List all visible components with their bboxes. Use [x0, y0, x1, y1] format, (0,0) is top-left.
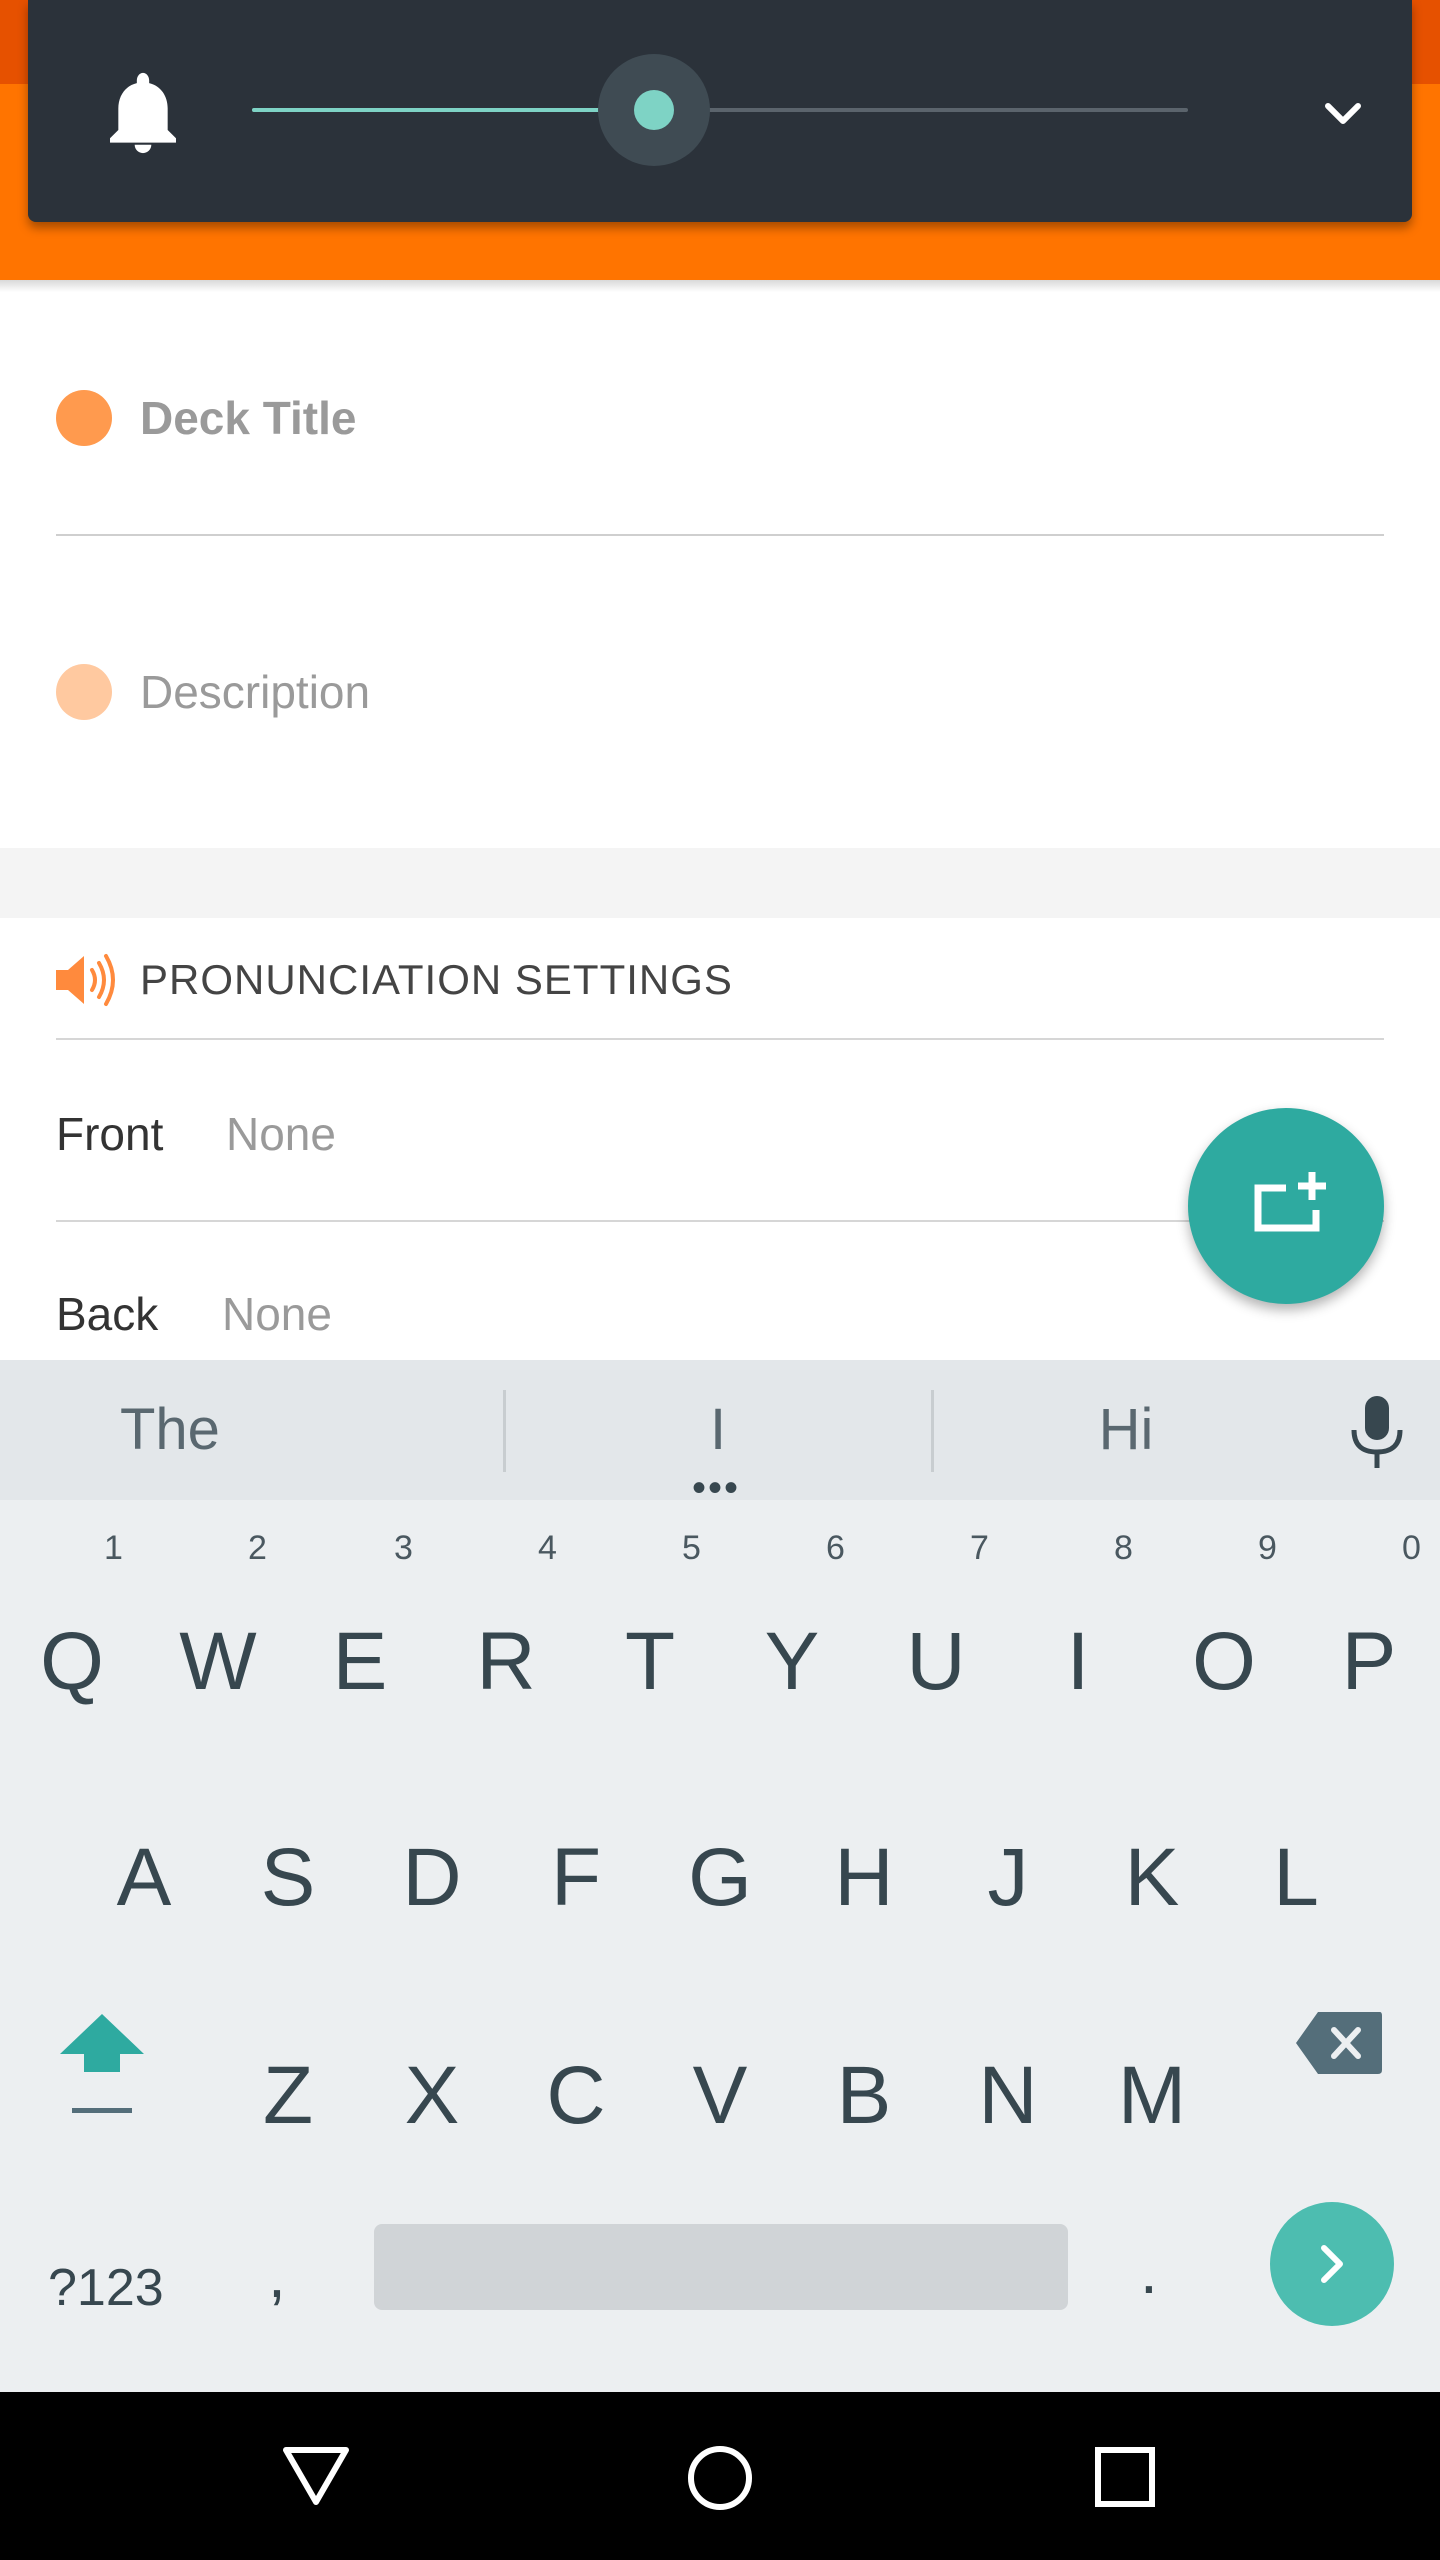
navigation-bar: [0, 2392, 1440, 2560]
divider: [56, 1220, 1384, 1222]
suggestion[interactable]: The: [0, 1360, 504, 1500]
front-language-select[interactable]: None: [226, 1108, 336, 1160]
divider: [56, 1038, 1384, 1040]
volume-slider-fill: [252, 108, 655, 112]
divider: [56, 534, 1384, 536]
key-i[interactable]: I: [1038, 1612, 1118, 1712]
key-hint: 6: [826, 1529, 845, 1567]
description-input[interactable]: Description: [140, 666, 370, 718]
key-t[interactable]: T: [608, 1612, 692, 1712]
back-icon[interactable]: [280, 2444, 352, 2508]
backspace-icon[interactable]: [1296, 2012, 1382, 2074]
volume-slider[interactable]: [252, 108, 1188, 112]
key-u[interactable]: U: [894, 1612, 978, 1712]
key-hint: 4: [538, 1529, 557, 1567]
key-b[interactable]: B: [820, 2046, 908, 2146]
section-gap: [0, 848, 1440, 918]
period-key[interactable]: .: [1140, 2236, 1158, 2306]
speaker-icon: [56, 954, 115, 1006]
app-bar-shadow: [0, 280, 1440, 292]
key-hint: 0: [1402, 1529, 1421, 1567]
chevron-right-icon: [1321, 2245, 1343, 2283]
key-o[interactable]: O: [1178, 1612, 1270, 1712]
title-field-dot: [56, 390, 112, 446]
key-hint: 9: [1258, 1529, 1277, 1567]
key-s[interactable]: S: [244, 1828, 332, 1928]
description-field-dot: [56, 664, 112, 720]
key-m[interactable]: M: [1108, 2046, 1196, 2146]
key-a[interactable]: A: [100, 1828, 188, 1928]
key-w[interactable]: W: [168, 1612, 268, 1712]
suggestion[interactable]: Hi: [932, 1360, 1320, 1500]
key-r[interactable]: R: [464, 1612, 548, 1712]
deck-title-input[interactable]: Deck Title: [140, 392, 356, 444]
key-hint: 2: [248, 1529, 267, 1567]
key-x[interactable]: X: [388, 2046, 476, 2146]
key-n[interactable]: N: [964, 2046, 1052, 2146]
key-p[interactable]: P: [1326, 1612, 1412, 1712]
key-g[interactable]: G: [676, 1828, 764, 1928]
back-label: Back: [56, 1288, 159, 1340]
key-q[interactable]: Q: [26, 1612, 118, 1712]
key-h[interactable]: H: [820, 1828, 908, 1928]
pronunciation-settings-header: PRONUNCIATION SETTINGS: [140, 956, 733, 1003]
shift-icon[interactable]: [60, 2008, 144, 2118]
key-f[interactable]: F: [532, 1828, 620, 1928]
back-language-select[interactable]: None: [222, 1288, 332, 1340]
space-key[interactable]: [374, 2224, 1068, 2310]
next-key[interactable]: [1270, 2202, 1394, 2326]
key-j[interactable]: J: [964, 1828, 1052, 1928]
key-y[interactable]: Y: [750, 1612, 834, 1712]
key-d[interactable]: D: [388, 1828, 476, 1928]
chevron-down-icon[interactable]: [1318, 94, 1368, 134]
home-icon[interactable]: [686, 2444, 754, 2512]
comma-key[interactable]: ,: [268, 2240, 286, 2310]
bell-icon[interactable]: [106, 72, 180, 154]
soft-keyboard: The I ••• Hi Q 1 W 2 E 3 R 4 T 5 Y 6 U 7…: [0, 1360, 1440, 2392]
key-hint: 3: [394, 1529, 413, 1567]
key-hint: 8: [1114, 1529, 1133, 1567]
suggestion-strip: The I ••• Hi: [0, 1360, 1440, 1510]
key-c[interactable]: C: [532, 2046, 620, 2146]
key-z[interactable]: Z: [244, 2046, 332, 2146]
key-hint: 5: [682, 1529, 701, 1567]
add-card-icon: [1254, 1172, 1326, 1232]
volume-panel: [28, 0, 1412, 222]
key-e[interactable]: E: [320, 1612, 400, 1712]
front-label: Front: [56, 1108, 164, 1160]
more-suggestions-indicator: •••: [692, 1466, 741, 1510]
key-hint: 1: [104, 1529, 123, 1567]
add-card-button[interactable]: [1188, 1108, 1384, 1304]
key-v[interactable]: V: [676, 2046, 764, 2146]
recents-icon[interactable]: [1094, 2446, 1156, 2508]
microphone-icon[interactable]: [1346, 1394, 1408, 1470]
key-k[interactable]: K: [1108, 1828, 1196, 1928]
key-l[interactable]: L: [1252, 1828, 1340, 1928]
key-hint: 7: [970, 1529, 989, 1567]
symbols-key[interactable]: ?123: [48, 2258, 164, 2318]
